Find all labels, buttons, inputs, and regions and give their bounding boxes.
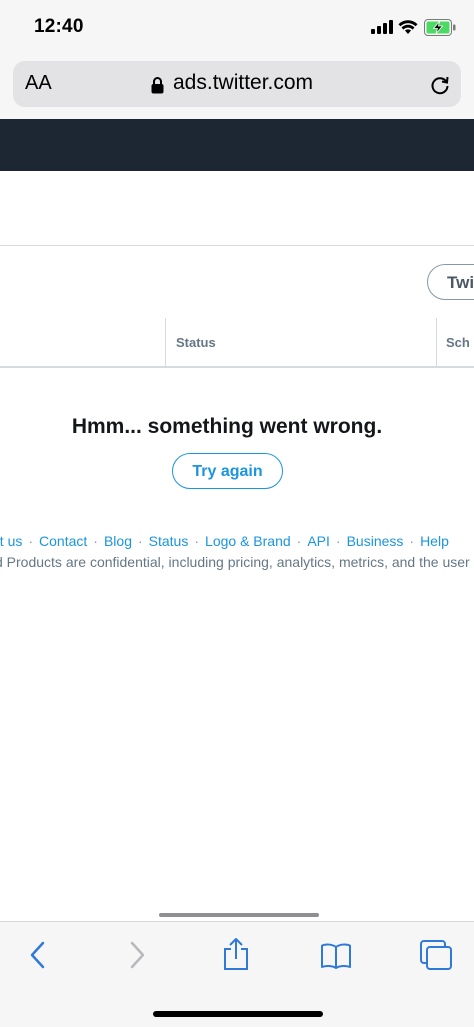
error-message: Hmm... something went wrong. [71,415,383,438]
footer-link-status[interactable]: Status [149,533,189,549]
column-schedule[interactable]: Sch [446,335,470,350]
text-size-button[interactable]: AA [25,72,52,95]
browser-toolbar [0,921,474,1027]
table-header: Status Sch [0,318,474,368]
footer-link-about[interactable]: ut us [0,533,22,549]
clock: 12:40 [34,16,84,37]
back-icon[interactable] [28,940,48,970]
footer-separator: · [335,533,341,549]
footer-separator: · [93,533,98,549]
browser-chrome: AA ads.twitter.com [0,58,474,119]
reload-icon[interactable] [429,74,451,96]
wifi-icon [398,20,418,34]
footer-link-api[interactable]: API [307,533,330,549]
column-separator [436,318,437,366]
footer-separator: · [137,533,143,549]
forward-icon[interactable] [127,940,147,970]
footer-separator: · [296,533,302,549]
footer-separator: · [409,533,415,549]
status-bar: 12:40 [0,0,474,58]
address-bar[interactable]: AA ads.twitter.com [13,61,461,107]
site-header [0,119,474,171]
column-status[interactable]: Status [176,335,216,350]
bookmarks-icon[interactable] [320,942,352,970]
create-button[interactable]: Twi [427,264,474,300]
footer-link-contact[interactable]: Contact [39,533,87,549]
column-separator [165,318,166,366]
footer-legal-note: d Products are confidential, including p… [0,554,470,570]
footer-links: ut us · Contact · Blog · Status · Logo & Brand · A… [0,533,449,549]
create-button-label: Twi [447,273,474,292]
scroll-indicator [159,913,319,917]
url-text[interactable]: ads.twitter.com [173,71,313,95]
footer-link-logo-brand[interactable]: Logo & Brand [205,533,291,549]
footer-link-business[interactable]: Business [347,533,404,549]
battery-charging-icon [424,19,456,36]
home-indicator [153,1011,323,1017]
signal-icon [371,20,393,34]
footer-link-blog[interactable]: Blog [104,533,132,549]
lock-icon [151,77,164,94]
footer-separator: · [28,533,34,549]
footer-link-help[interactable]: Help [420,533,449,549]
divider [0,245,474,246]
footer-separator: · [194,533,200,549]
try-again-button[interactable]: Try again [172,453,283,489]
tabs-icon[interactable] [419,939,453,971]
share-icon[interactable] [222,937,250,971]
